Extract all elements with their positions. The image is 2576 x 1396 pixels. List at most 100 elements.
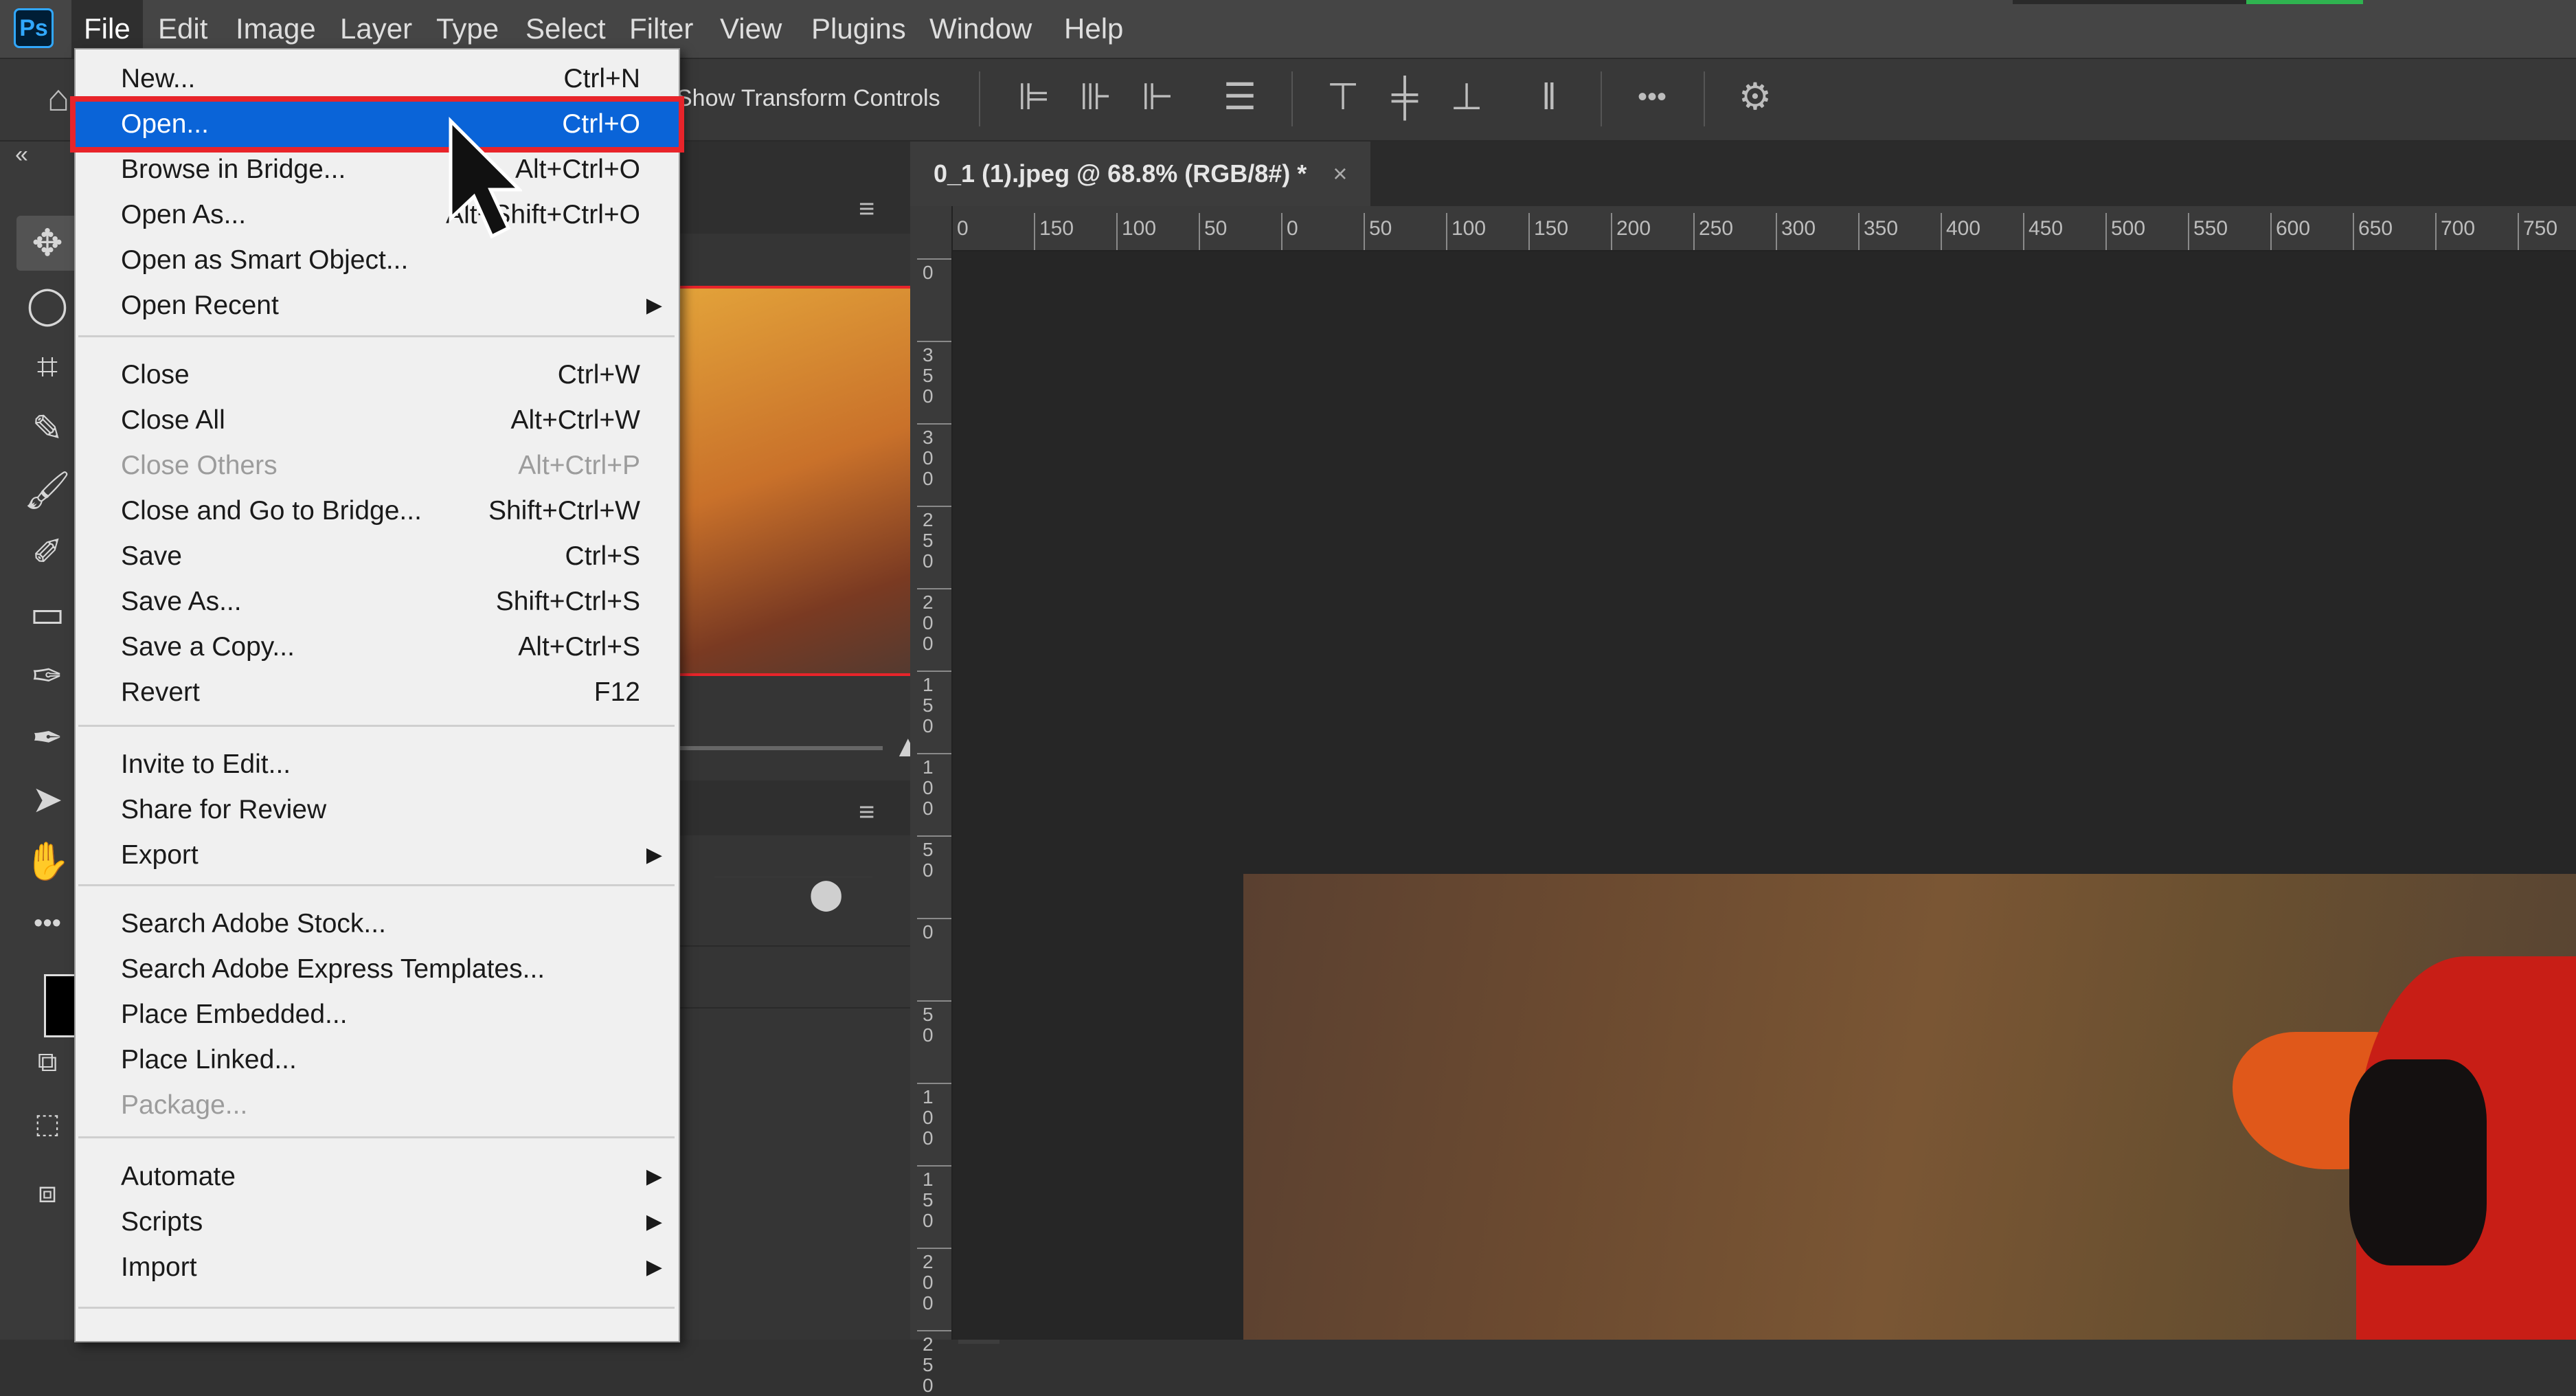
zoom-slider[interactable] (677, 746, 883, 750)
submenu-arrow-icon: ▶ (646, 844, 662, 866)
ruler-tick (917, 671, 951, 672)
menu-item-close-and-go-to-bridge[interactable]: Close and Go to Bridge... Shift+Ctrl+W (76, 488, 679, 534)
hand-tool-icon[interactable]: ✋ (16, 834, 78, 889)
menu-item-search-adobe-stock[interactable]: Search Adobe Stock... (76, 901, 679, 947)
submenu-arrow-icon: ▶ (646, 1256, 662, 1279)
menu-item-open-recent[interactable]: Open Recent ▶ (76, 283, 679, 328)
menu-plugins[interactable]: Plugins (799, 0, 918, 58)
ruler-tick (2270, 213, 2272, 250)
lasso-tool-icon[interactable]: ◯ (16, 278, 78, 333)
menu-item-label: Open... (121, 109, 209, 139)
ruler-tick (917, 918, 951, 919)
distribute-icon[interactable]: ☰ (1216, 78, 1264, 115)
menu-item-invite-to-edit[interactable]: Invite to Edit... (76, 742, 679, 787)
menu-item-label: Search Adobe Stock... (121, 909, 386, 938)
menu-item-save-as[interactable]: Save As... Shift+Ctrl+S (76, 579, 679, 624)
gradient-tool-icon[interactable]: ▭ (16, 587, 78, 642)
menu-item-open-as[interactable]: Open As... Alt+Shift+Ctrl+O (76, 192, 679, 238)
collapse-icon[interactable]: « (15, 142, 28, 168)
menu-help[interactable]: Help (1052, 0, 1136, 58)
ruler-label: 550 (2193, 217, 2228, 240)
document-tab[interactable]: 0_1 (1).jpeg @ 68.8% (RGB/8#) * × (910, 142, 1371, 206)
gear-icon[interactable]: ⚙ (1731, 78, 1779, 115)
more-options-icon[interactable]: ••• (1628, 78, 1676, 115)
path-selection-tool-icon[interactable]: ➤ (16, 772, 78, 827)
ruler-label: 0 (923, 921, 934, 943)
menu-item-close[interactable]: Close Ctrl+W (76, 352, 679, 398)
menu-item-scripts[interactable]: Scripts ▶ (76, 1200, 679, 1245)
ruler-label: 0 (1287, 217, 1298, 240)
menu-item-label: Save (121, 541, 182, 571)
menu-item-place-embedded[interactable]: Place Embedded... (76, 992, 679, 1037)
menu-item-revert[interactable]: Revert F12 (76, 670, 679, 715)
menu-item-place-linked[interactable]: Place Linked... (76, 1037, 679, 1083)
ruler-label: 500 (2111, 217, 2146, 240)
menu-item-label: Place Linked... (121, 1045, 297, 1074)
menu-item-save[interactable]: Save Ctrl+S (76, 534, 679, 579)
crop-tool-icon[interactable]: ⌗ (16, 339, 78, 394)
quick-mask-icon[interactable]: ⬚ (16, 1096, 78, 1151)
align-middle-icon[interactable]: ╪ (1381, 78, 1429, 115)
menu-item-import[interactable]: Import ▶ (76, 1245, 679, 1290)
menu-item-search-adobe-express-templates[interactable]: Search Adobe Express Templates... (76, 947, 679, 992)
align-top-icon[interactable]: ⊤ (1319, 78, 1367, 115)
menu-item-automate[interactable]: Automate ▶ (76, 1154, 679, 1200)
move-tool-icon[interactable]: ✥ (16, 216, 78, 271)
clone-stamp-tool-icon[interactable]: ✐ (16, 525, 78, 580)
ruler-tick (2435, 213, 2437, 250)
photoshop-logo[interactable]: Ps (14, 8, 54, 48)
submenu-arrow-icon: ▶ (646, 1211, 662, 1233)
swap-colors-icon[interactable]: ⧉ (16, 1035, 78, 1090)
menu-item-label: Scripts (121, 1207, 203, 1237)
align-center-icon[interactable]: ⊪ (1072, 78, 1120, 115)
menu-view[interactable]: View (708, 0, 794, 58)
ruler-tick (917, 506, 951, 507)
menu-item-label: Close and Go to Bridge... (121, 496, 422, 526)
menu-item-export[interactable]: Export ▶ (76, 833, 679, 878)
menu-item-open-as-smart-object[interactable]: Open as Smart Object... (76, 238, 679, 283)
menu-item-new[interactable]: New... Ctrl+N (76, 56, 679, 102)
menu-window[interactable]: Window (917, 0, 1044, 58)
ruler-label: 350 (923, 344, 934, 407)
document-image (1243, 874, 2576, 1340)
menu-item-package: Package... (76, 1083, 679, 1128)
ruler-label: 200 (923, 592, 934, 654)
menu-item-close-all[interactable]: Close All Alt+Ctrl+W (76, 398, 679, 443)
ruler-tick (1364, 213, 1365, 250)
menu-separator (78, 1307, 675, 1309)
align-bottom-icon[interactable]: ⊥ (1443, 78, 1491, 115)
more-tools-icon[interactable]: ••• (16, 896, 78, 951)
menu-item-label: Save a Copy... (121, 632, 295, 662)
ruler-label: 300 (923, 427, 934, 489)
menu-item-label: Automate (121, 1162, 236, 1191)
menu-item-label: Open As... (121, 200, 247, 229)
ruler-label: 200 (1616, 217, 1651, 240)
brush-tool-icon[interactable]: 🖌 (16, 463, 78, 518)
panel-menu-icon[interactable]: ≡ (859, 797, 874, 828)
align-left-icon[interactable]: ⊫ (1010, 78, 1058, 115)
menu-item-share-for-review[interactable]: Share for Review (76, 787, 679, 833)
distribute-vertical-icon[interactable]: ‖ (1525, 78, 1573, 115)
ruler-label: 700 (2441, 217, 2476, 240)
menu-item-save-a-copy[interactable]: Save a Copy... Alt+Ctrl+S (76, 624, 679, 670)
ruler-label: 250 (923, 1333, 934, 1396)
document-tab-bar: 0_1 (1).jpeg @ 68.8% (RGB/8#) * × (910, 142, 2576, 206)
menu-item-label: Share for Review (121, 795, 327, 824)
panel-menu-icon[interactable]: ≡ (859, 194, 874, 225)
align-right-icon[interactable]: ⊩ (1133, 78, 1182, 115)
menu-item-label: Browse in Bridge... (121, 155, 346, 184)
screen-mode-icon[interactable]: ⧈ (16, 1165, 78, 1220)
menu-item-label: Invite to Edit... (121, 750, 291, 779)
menu-item-open[interactable]: Open... Ctrl+O (70, 96, 684, 153)
menu-item-shortcut: Alt+Ctrl+O (515, 155, 640, 184)
pen-tool-icon[interactable]: ✒ (16, 710, 78, 765)
lock-toggle-icon[interactable]: ⬤ (809, 877, 843, 912)
ruler-tick (917, 423, 951, 425)
dodge-tool-icon[interactable]: ✑ (16, 649, 78, 703)
eyedropper-tool-icon[interactable]: ✎ (16, 401, 78, 456)
close-tab-icon[interactable]: × (1333, 159, 1347, 188)
menu-item-browse-in-bridge[interactable]: Browse in Bridge... Alt+Ctrl+O (76, 147, 679, 192)
ruler-tick (2023, 213, 2024, 250)
foreground-color-swatch[interactable] (44, 974, 78, 1037)
show-transform-controls-label[interactable]: Show Transform Controls (677, 85, 940, 112)
